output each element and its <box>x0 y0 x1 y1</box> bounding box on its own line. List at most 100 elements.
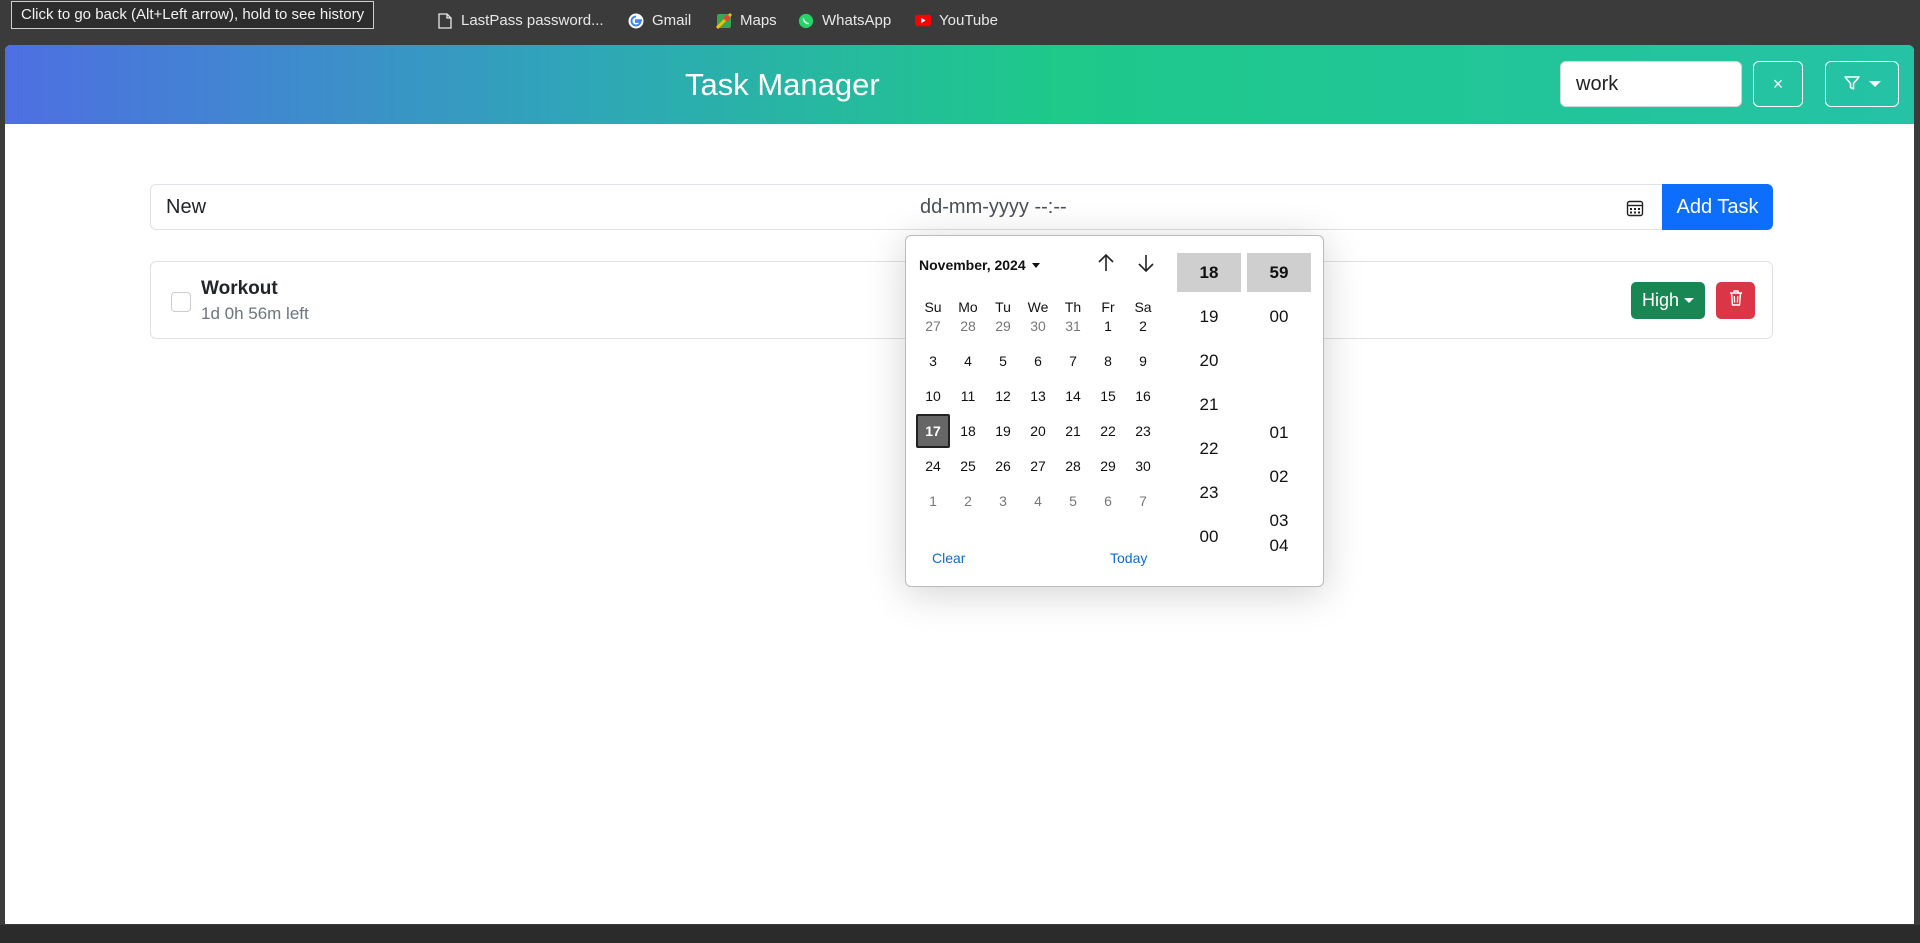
calendar-day[interactable]: 8 <box>1091 344 1125 378</box>
hour-option[interactable]: 00 <box>1177 517 1241 556</box>
calendar-day[interactable]: 26 <box>986 449 1020 483</box>
calendar-day[interactable]: 7 <box>1126 484 1160 518</box>
trash-icon <box>1728 289 1744 312</box>
calendar-day[interactable]: 1 <box>1091 309 1125 343</box>
calendar-day[interactable]: 5 <box>986 344 1020 378</box>
calendar-day[interactable]: 24 <box>916 449 950 483</box>
calendar-day[interactable]: 30 <box>1021 309 1055 343</box>
close-icon: × <box>1772 73 1784 94</box>
clear-date-button[interactable]: Clear <box>932 550 965 566</box>
calendar-day[interactable]: 5 <box>1056 484 1090 518</box>
calendar-day[interactable]: 28 <box>951 309 985 343</box>
today-button[interactable]: Today <box>1110 550 1147 566</box>
calendar-day[interactable]: 18 <box>951 414 985 448</box>
bookmark-label: LastPass password... <box>461 12 604 29</box>
bookmarks-bar: Click to go back (Alt+Left arrow), hold … <box>0 0 1920 44</box>
whatsapp-icon <box>798 13 814 29</box>
calendar-day[interactable]: 6 <box>1021 344 1055 378</box>
bookmark-whatsapp[interactable]: WhatsApp <box>798 12 891 29</box>
task-title: Workout <box>201 278 278 299</box>
calendar-day[interactable]: 16 <box>1126 379 1160 413</box>
calendar-day[interactable]: 3 <box>986 484 1020 518</box>
task-name-input[interactable] <box>150 184 906 230</box>
bookmark-lastpass[interactable]: LastPass password... <box>437 12 604 29</box>
priority-label: High <box>1641 290 1680 310</box>
calendar-icon[interactable] <box>1626 199 1644 222</box>
chevron-down-icon <box>1684 298 1695 303</box>
calendar-day[interactable]: 10 <box>916 379 950 413</box>
calendar-day[interactable]: 23 <box>1126 414 1160 448</box>
due-datetime-input[interactable]: dd-mm-yyyy --:-- <box>905 184 1663 230</box>
calendar-day[interactable]: 27 <box>1021 449 1055 483</box>
calendar-day[interactable]: 3 <box>916 344 950 378</box>
calendar-day[interactable]: 28 <box>1056 449 1090 483</box>
task-complete-checkbox[interactable] <box>171 292 191 312</box>
calendar-day[interactable]: 2 <box>1126 309 1160 343</box>
calendar-day[interactable]: 25 <box>951 449 985 483</box>
bookmark-label: WhatsApp <box>822 12 892 29</box>
calendar-day[interactable]: 11 <box>951 379 985 413</box>
calendar-day[interactable]: 17 <box>916 414 950 448</box>
next-month-arrow-icon[interactable] <box>1135 252 1157 279</box>
chevron-down-icon <box>1031 262 1040 268</box>
calendar-day[interactable]: 27 <box>916 309 950 343</box>
calendar-day[interactable]: 13 <box>1021 379 1055 413</box>
hour-option[interactable]: 19 <box>1177 297 1241 336</box>
bookmark-label: Maps <box>740 12 777 29</box>
filter-dropdown-button[interactable] <box>1825 61 1899 107</box>
minute-option[interactable]: 59 <box>1247 253 1311 292</box>
google-icon <box>628 13 644 29</box>
hour-option[interactable]: 22 <box>1177 429 1241 468</box>
calendar-day[interactable]: 19 <box>986 414 1020 448</box>
minute-option[interactable]: 02 <box>1247 457 1311 496</box>
app-header: Task Manager × <box>5 45 1914 124</box>
calendar-day[interactable]: 29 <box>986 309 1020 343</box>
datetime-picker: November, 2024 Su Mo Tu We Th Fr Sa 27 28 29 30 31… <box>905 235 1324 587</box>
calendar-day[interactable]: 31 <box>1056 309 1090 343</box>
calendar-day[interactable]: 2 <box>951 484 985 518</box>
hour-option[interactable]: 20 <box>1177 341 1241 380</box>
calendar-day[interactable]: 20 <box>1021 414 1055 448</box>
calendar-day[interactable]: 4 <box>1021 484 1055 518</box>
calendar-day[interactable]: 29 <box>1091 449 1125 483</box>
calendar-day[interactable]: 7 <box>1056 344 1090 378</box>
clear-search-button[interactable]: × <box>1753 61 1803 107</box>
chevron-down-icon <box>1869 81 1881 87</box>
previous-month-arrow-icon[interactable] <box>1095 252 1117 279</box>
calendar-day[interactable]: 15 <box>1091 379 1125 413</box>
minute-option[interactable]: 00 <box>1247 297 1311 336</box>
calendar-day[interactable]: 9 <box>1126 344 1160 378</box>
minute-option[interactable]: 01 <box>1247 413 1311 452</box>
youtube-icon <box>915 13 931 29</box>
calendar-day[interactable]: 22 <box>1091 414 1125 448</box>
maps-icon <box>716 12 732 29</box>
bookmark-label: Gmail <box>652 12 692 29</box>
calendar-day[interactable]: 30 <box>1126 449 1160 483</box>
calendar-day[interactable]: 21 <box>1056 414 1090 448</box>
add-task-button[interactable]: Add Task <box>1662 184 1773 230</box>
hour-option[interactable]: 23 <box>1177 473 1241 512</box>
calendar-day[interactable]: 14 <box>1056 379 1090 413</box>
hour-option[interactable]: 21 <box>1177 385 1241 424</box>
month-year-selector[interactable]: November, 2024 <box>919 257 1040 273</box>
page-icon <box>437 12 453 29</box>
month-year-label: November, 2024 <box>919 257 1026 273</box>
bookmark-youtube[interactable]: YouTube <box>915 12 998 29</box>
hour-option[interactable]: 18 <box>1177 253 1241 292</box>
page-title: Task Manager <box>685 67 880 102</box>
calendar-day[interactable]: 6 <box>1091 484 1125 518</box>
back-button-tooltip: Click to go back (Alt+Left arrow), hold … <box>11 1 375 29</box>
taskbar <box>0 925 1920 943</box>
date-placeholder: dd-mm-yyyy --:-- <box>920 196 1067 218</box>
bookmark-label: YouTube <box>939 12 998 29</box>
priority-dropdown-button[interactable]: High <box>1631 282 1705 319</box>
bookmark-maps[interactable]: Maps <box>716 12 777 29</box>
search-input[interactable] <box>1560 61 1742 107</box>
bookmark-gmail[interactable]: Gmail <box>628 12 691 29</box>
minute-option[interactable]: 04 <box>1247 526 1311 565</box>
calendar-day[interactable]: 12 <box>986 379 1020 413</box>
calendar-day[interactable]: 1 <box>916 484 950 518</box>
filter-icon <box>1843 74 1861 95</box>
delete-task-button[interactable] <box>1716 282 1755 319</box>
calendar-day[interactable]: 4 <box>951 344 985 378</box>
